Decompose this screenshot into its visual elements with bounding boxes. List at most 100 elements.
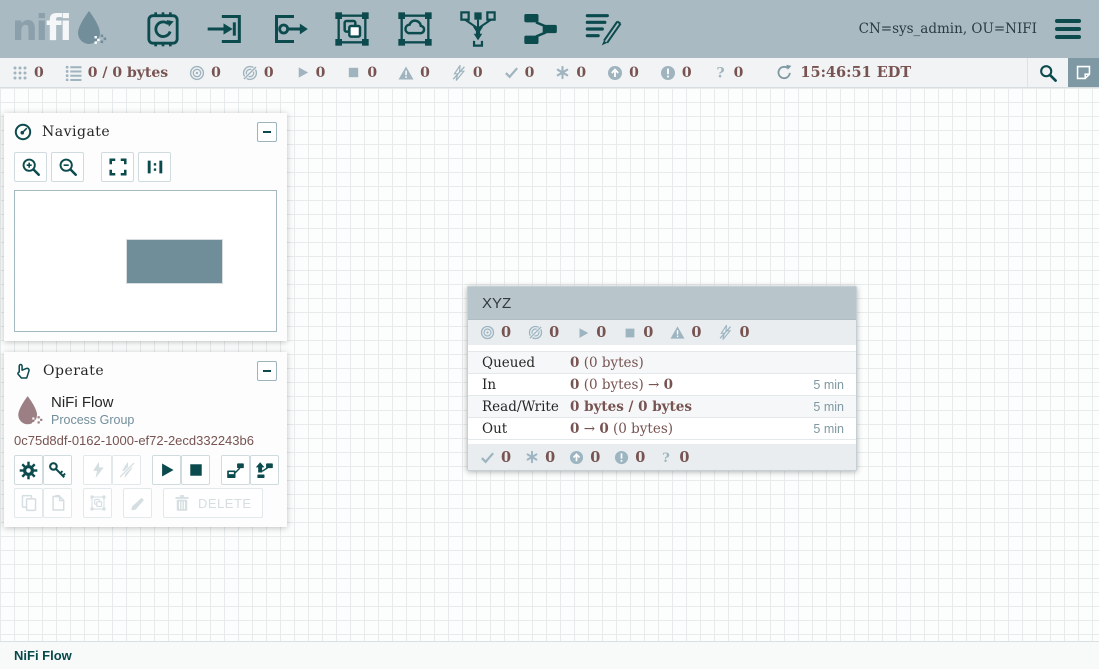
template-icon[interactable] [521, 9, 561, 49]
stat-label: Queued [482, 355, 570, 371]
disabled-count: 0 [473, 65, 483, 81]
group-button [83, 488, 112, 518]
locally-modified-count: 0 [576, 65, 586, 81]
current-user: CN=sys_admin, OU=NIFI [859, 21, 1037, 37]
flow-status-bar: 0 0 / 0 bytes 0 0 0 0 0 0 0 0 0 0 0 15:4… [0, 58, 1099, 88]
pg-sync-failure-count: 0 [679, 449, 689, 466]
process-group-header: XYZ [468, 287, 856, 320]
disabled-icon [451, 65, 467, 81]
pg-disabled-count: 0 [739, 324, 749, 341]
output-port-icon[interactable] [269, 9, 309, 49]
stop-icon [187, 461, 205, 479]
lightning-slash-icon [118, 461, 136, 479]
note-icon [1075, 64, 1092, 81]
stop-button[interactable] [181, 455, 210, 485]
processor-icon[interactable] [143, 9, 183, 49]
zoom-out-button[interactable] [51, 152, 84, 182]
start-button[interactable] [152, 455, 181, 485]
label-icon[interactable] [584, 9, 624, 49]
remote-process-group-icon[interactable] [395, 9, 435, 49]
search-button[interactable] [1027, 58, 1068, 87]
global-menu-icon[interactable] [1055, 15, 1081, 43]
pg-stale-count: 0 [590, 449, 600, 466]
trash-icon [173, 494, 191, 512]
stat-window: 5 min [798, 422, 844, 436]
running-count: 0 [316, 65, 326, 81]
save-template-icon [226, 461, 245, 480]
one-to-one-icon [145, 157, 165, 177]
pg-transmitting-count: 0 [501, 324, 511, 341]
invalid-icon [670, 325, 685, 340]
brush-icon [129, 494, 147, 512]
process-group-stats: Queued 0 (0 bytes) In 0 (0 bytes) → 0 5 … [468, 351, 856, 440]
birdseye-minimap[interactable] [14, 190, 277, 332]
stat-label: Out [482, 421, 570, 437]
not-transmitting-icon [242, 65, 258, 81]
flow-canvas[interactable]: Navigate Operate NiFi [0, 88, 1099, 641]
zoom-fit-button[interactable] [101, 152, 134, 182]
transmitting-count: 0 [211, 65, 221, 81]
disabled-icon [718, 325, 733, 340]
active-threads-icon [12, 65, 28, 81]
up-to-date-icon [504, 65, 519, 80]
locally-modified-icon [525, 450, 539, 464]
stale-icon [607, 65, 623, 81]
operate-collapse-button[interactable] [257, 361, 277, 381]
change-color-button [123, 488, 152, 518]
selected-component-type: Process Group [51, 413, 134, 427]
sync-failure-icon [713, 65, 728, 81]
zoom-in-icon [21, 157, 41, 177]
bulletin-board-button[interactable] [1068, 58, 1099, 87]
refresh-icon [776, 64, 793, 81]
locally-modified-icon [555, 65, 570, 80]
gear-icon [19, 461, 38, 480]
invalid-count: 0 [420, 65, 430, 81]
sync-failure-icon [659, 450, 673, 465]
locally-modified-stale-icon [660, 65, 676, 81]
pg-not-transmitting-count: 0 [549, 324, 559, 341]
operate-panel: Operate NiFi Flow Process Group 0c75d8df… [4, 352, 287, 527]
process-group-drop-icon [14, 395, 43, 428]
navigate-title: Navigate [42, 124, 110, 140]
minimap-component-rect[interactable] [126, 239, 223, 284]
process-group-icon[interactable] [332, 9, 372, 49]
selected-component-name: NiFi Flow [51, 394, 114, 411]
stat-row-queued: Queued 0 (0 bytes) [468, 351, 856, 373]
queued-list-icon [65, 64, 82, 81]
operate-title: Operate [43, 363, 104, 379]
fit-icon [108, 157, 128, 177]
breadcrumb-root[interactable]: NiFi Flow [14, 648, 72, 663]
play-icon [158, 461, 176, 479]
disable-button [112, 455, 141, 485]
up-to-date-icon [480, 450, 495, 465]
funnel-icon[interactable] [458, 9, 498, 49]
not-transmitting-count: 0 [264, 65, 274, 81]
process-group-component[interactable]: XYZ 0 0 0 0 0 0 Queued 0 (0 bytes) In 0 … [467, 286, 857, 471]
sync-failure-count: 0 [734, 65, 744, 81]
paste-icon [49, 494, 67, 512]
save-template-button[interactable] [221, 455, 250, 485]
input-port-icon[interactable] [206, 9, 246, 49]
locally-modified-stale-icon [614, 450, 629, 465]
stat-window: 5 min [798, 378, 844, 392]
running-icon [295, 65, 310, 80]
stopped-icon [346, 65, 361, 80]
stat-label: Read/Write [482, 399, 570, 415]
process-group-version-band: 0 0 0 0 0 [468, 444, 856, 470]
stopped-count: 0 [367, 65, 377, 81]
pg-stopped-count: 0 [643, 324, 653, 341]
key-icon [48, 461, 67, 480]
access-policies-button[interactable] [43, 455, 72, 485]
copy-icon [20, 494, 38, 512]
component-toolbar [143, 9, 624, 49]
navigate-collapse-button[interactable] [257, 122, 277, 142]
zoom-actual-size-button[interactable] [138, 152, 171, 182]
upload-template-icon [255, 461, 274, 480]
pg-locally-modified-stale-count: 0 [635, 449, 645, 466]
stale-icon [569, 450, 584, 465]
configuration-button[interactable] [14, 455, 43, 485]
enable-button [83, 455, 112, 485]
upload-template-button[interactable] [250, 455, 279, 485]
delete-button: DELETE [163, 488, 263, 518]
zoom-in-button[interactable] [14, 152, 47, 182]
